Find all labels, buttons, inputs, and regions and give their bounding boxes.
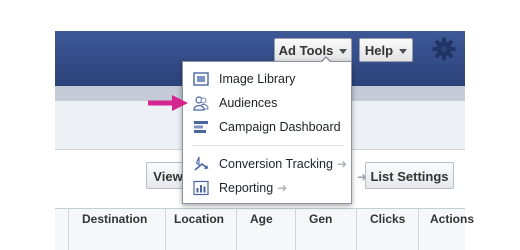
- submenu-arrow-icon: ➜: [277, 181, 288, 195]
- ad-tools-dropdown-menu: Image Library Audiences Campaign Dashboa…: [182, 61, 352, 204]
- column-divider: [68, 208, 69, 250]
- image-library-icon: [193, 72, 209, 86]
- column-divider: [165, 208, 166, 250]
- conversion-tracking-icon: [194, 156, 209, 171]
- view-button-label: View: [153, 169, 183, 184]
- column-divider: [418, 208, 419, 250]
- menu-item-audiences[interactable]: Audiences: [191, 93, 346, 113]
- menu-separator: [193, 145, 343, 146]
- menu-notch-fill: [321, 58, 331, 63]
- column-header-destination[interactable]: Destination: [82, 212, 147, 226]
- menu-item-campaign-dashboard[interactable]: Campaign Dashboard: [191, 117, 346, 137]
- column-header-age[interactable]: Age: [250, 212, 273, 226]
- help-label: Help: [364, 43, 394, 58]
- column-divider: [236, 208, 237, 250]
- menu-item-label: Audiences: [219, 96, 278, 110]
- menu-item-label: Campaign Dashboard: [219, 120, 341, 134]
- column-header-location[interactable]: Location: [174, 212, 224, 226]
- list-settings-label: List Settings: [370, 169, 449, 184]
- column-header-gender[interactable]: Gen: [309, 212, 332, 226]
- ad-tools-button[interactable]: Ad Tools: [274, 38, 352, 62]
- help-button[interactable]: Help: [359, 38, 413, 62]
- ads-manager-page: Ad Tools Help View ➜ List Settings Desti…: [0, 0, 520, 250]
- menu-item-label: Conversion Tracking ➜: [219, 157, 348, 171]
- list-settings-button[interactable]: List Settings: [365, 162, 454, 189]
- chevron-down-icon: [339, 49, 348, 55]
- column-header-clicks[interactable]: Clicks: [370, 212, 405, 226]
- campaign-dashboard-icon: [194, 121, 208, 133]
- menu-item-image-library[interactable]: Image Library: [191, 69, 346, 89]
- column-divider: [295, 208, 296, 250]
- menu-item-label: Image Library: [219, 72, 296, 86]
- gear-icon[interactable]: [432, 37, 456, 61]
- audiences-icon: [193, 96, 209, 111]
- menu-item-label: Reporting ➜: [219, 181, 288, 195]
- submenu-arrow-icon: ➜: [336, 157, 348, 171]
- menu-item-conversion-tracking[interactable]: Conversion Tracking ➜: [191, 154, 348, 174]
- menu-item-reporting[interactable]: Reporting ➜: [191, 178, 346, 198]
- column-divider: [356, 208, 357, 250]
- column-header-actions[interactable]: Actions: [430, 212, 474, 226]
- chevron-down-icon: [399, 49, 408, 55]
- pointer-arrow-icon: [148, 95, 188, 111]
- reporting-icon: [193, 180, 209, 196]
